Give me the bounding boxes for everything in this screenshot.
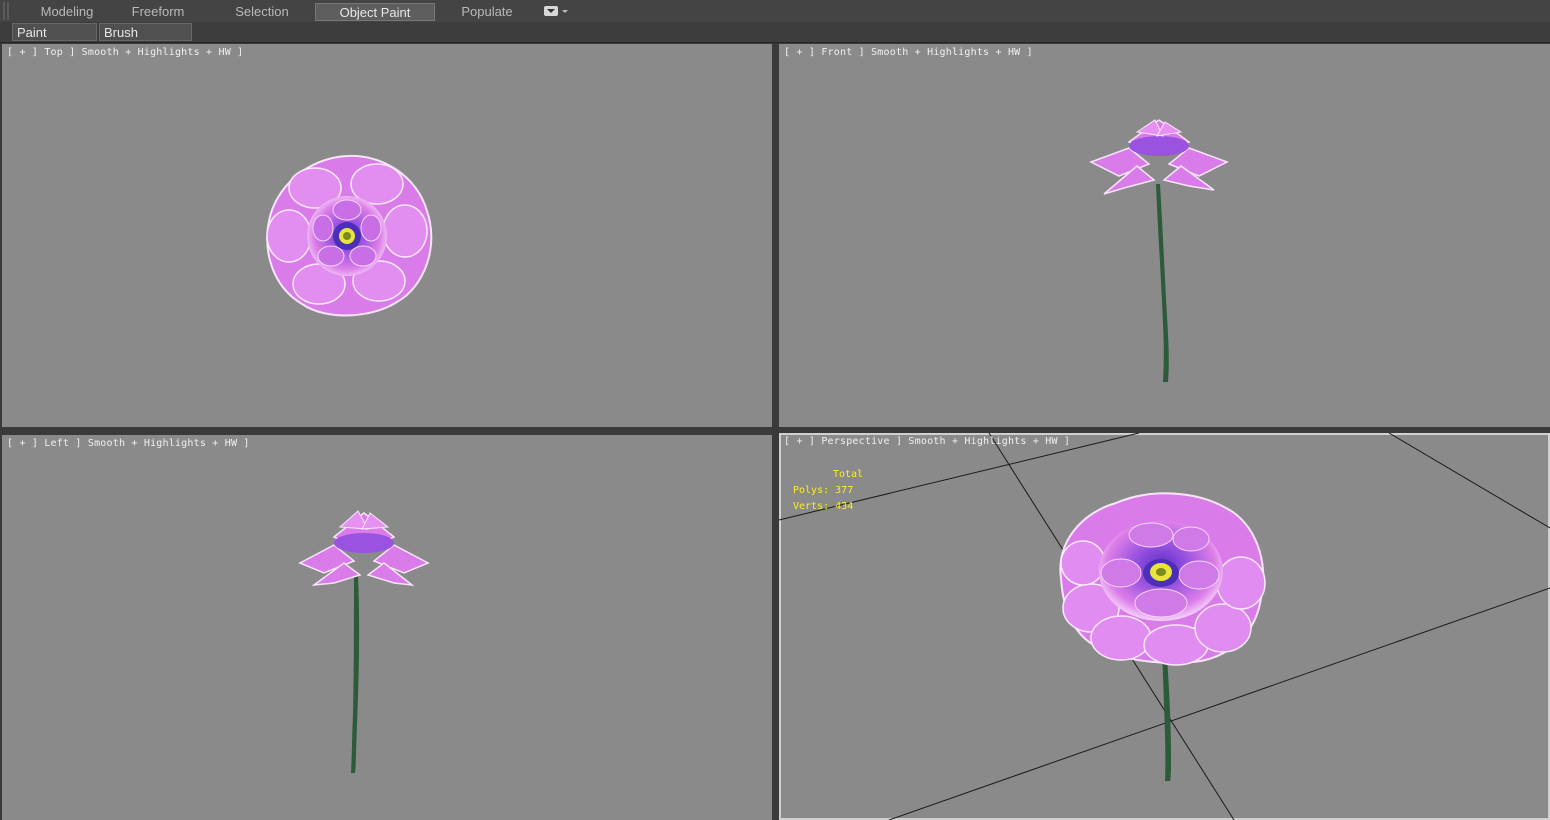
viewport-perspective[interactable]: [ + ] Perspective ] Smooth + Highlights … xyxy=(779,433,1550,820)
ribbon-panel-bar: Paint Objects Brush Settings xyxy=(0,22,1550,58)
viewport-label-front[interactable]: [ + ] Front ] Smooth + Highlights + HW ] xyxy=(784,47,1033,58)
brush-settings-button[interactable]: Brush Settings xyxy=(99,23,192,58)
tab-freeform[interactable]: Freeform xyxy=(116,3,200,21)
flower-top-view xyxy=(266,154,433,317)
viewport-label-left[interactable]: [ + ] Left ] Smooth + Highlights + HW ] xyxy=(7,438,250,449)
flower-front-view xyxy=(1089,119,1229,382)
stats-header: Total xyxy=(833,469,864,480)
stats-verts-value: 434 xyxy=(835,501,854,512)
viewport-top[interactable]: [ + ] Top ] Smooth + Highlights + HW ] xyxy=(2,44,772,427)
ribbon-options-icon[interactable] xyxy=(544,6,558,16)
tab-object-paint[interactable]: Object Paint xyxy=(315,3,435,21)
stats-polys-value: 377 xyxy=(835,485,854,496)
tab-populate[interactable]: Populate xyxy=(440,3,534,21)
viewport-label-perspective[interactable]: [ + ] Perspective ] Smooth + Highlights … xyxy=(784,436,1070,447)
stats-polys-label: Polys: xyxy=(793,485,830,496)
viewport-label-top[interactable]: [ + ] Top ] Smooth + Highlights + HW ] xyxy=(7,47,243,58)
viewport-left[interactable]: [ + ] Left ] Smooth + Highlights + HW ] xyxy=(2,435,772,820)
viewport-front[interactable]: [ + ] Front ] Smooth + Highlights + HW ] xyxy=(779,44,1550,427)
chevron-down-icon[interactable] xyxy=(562,10,568,13)
stats-polys: Polys: 377 xyxy=(793,483,863,499)
stats-verts: Verts: 434 xyxy=(793,499,863,515)
tab-selection[interactable]: Selection xyxy=(212,3,312,21)
flower-left-view xyxy=(298,510,430,773)
scene-statistics: Total Polys: 377 Verts: 434 xyxy=(793,467,863,515)
stats-verts-label: Verts: xyxy=(793,501,830,512)
ribbon-tab-bar: Modeling Freeform Selection Object Paint… xyxy=(0,0,1550,23)
paint-objects-button[interactable]: Paint Objects xyxy=(12,23,97,58)
perspective-scene xyxy=(779,433,1550,820)
ribbon-grip[interactable] xyxy=(3,2,9,20)
tab-modeling[interactable]: Modeling xyxy=(24,3,110,21)
